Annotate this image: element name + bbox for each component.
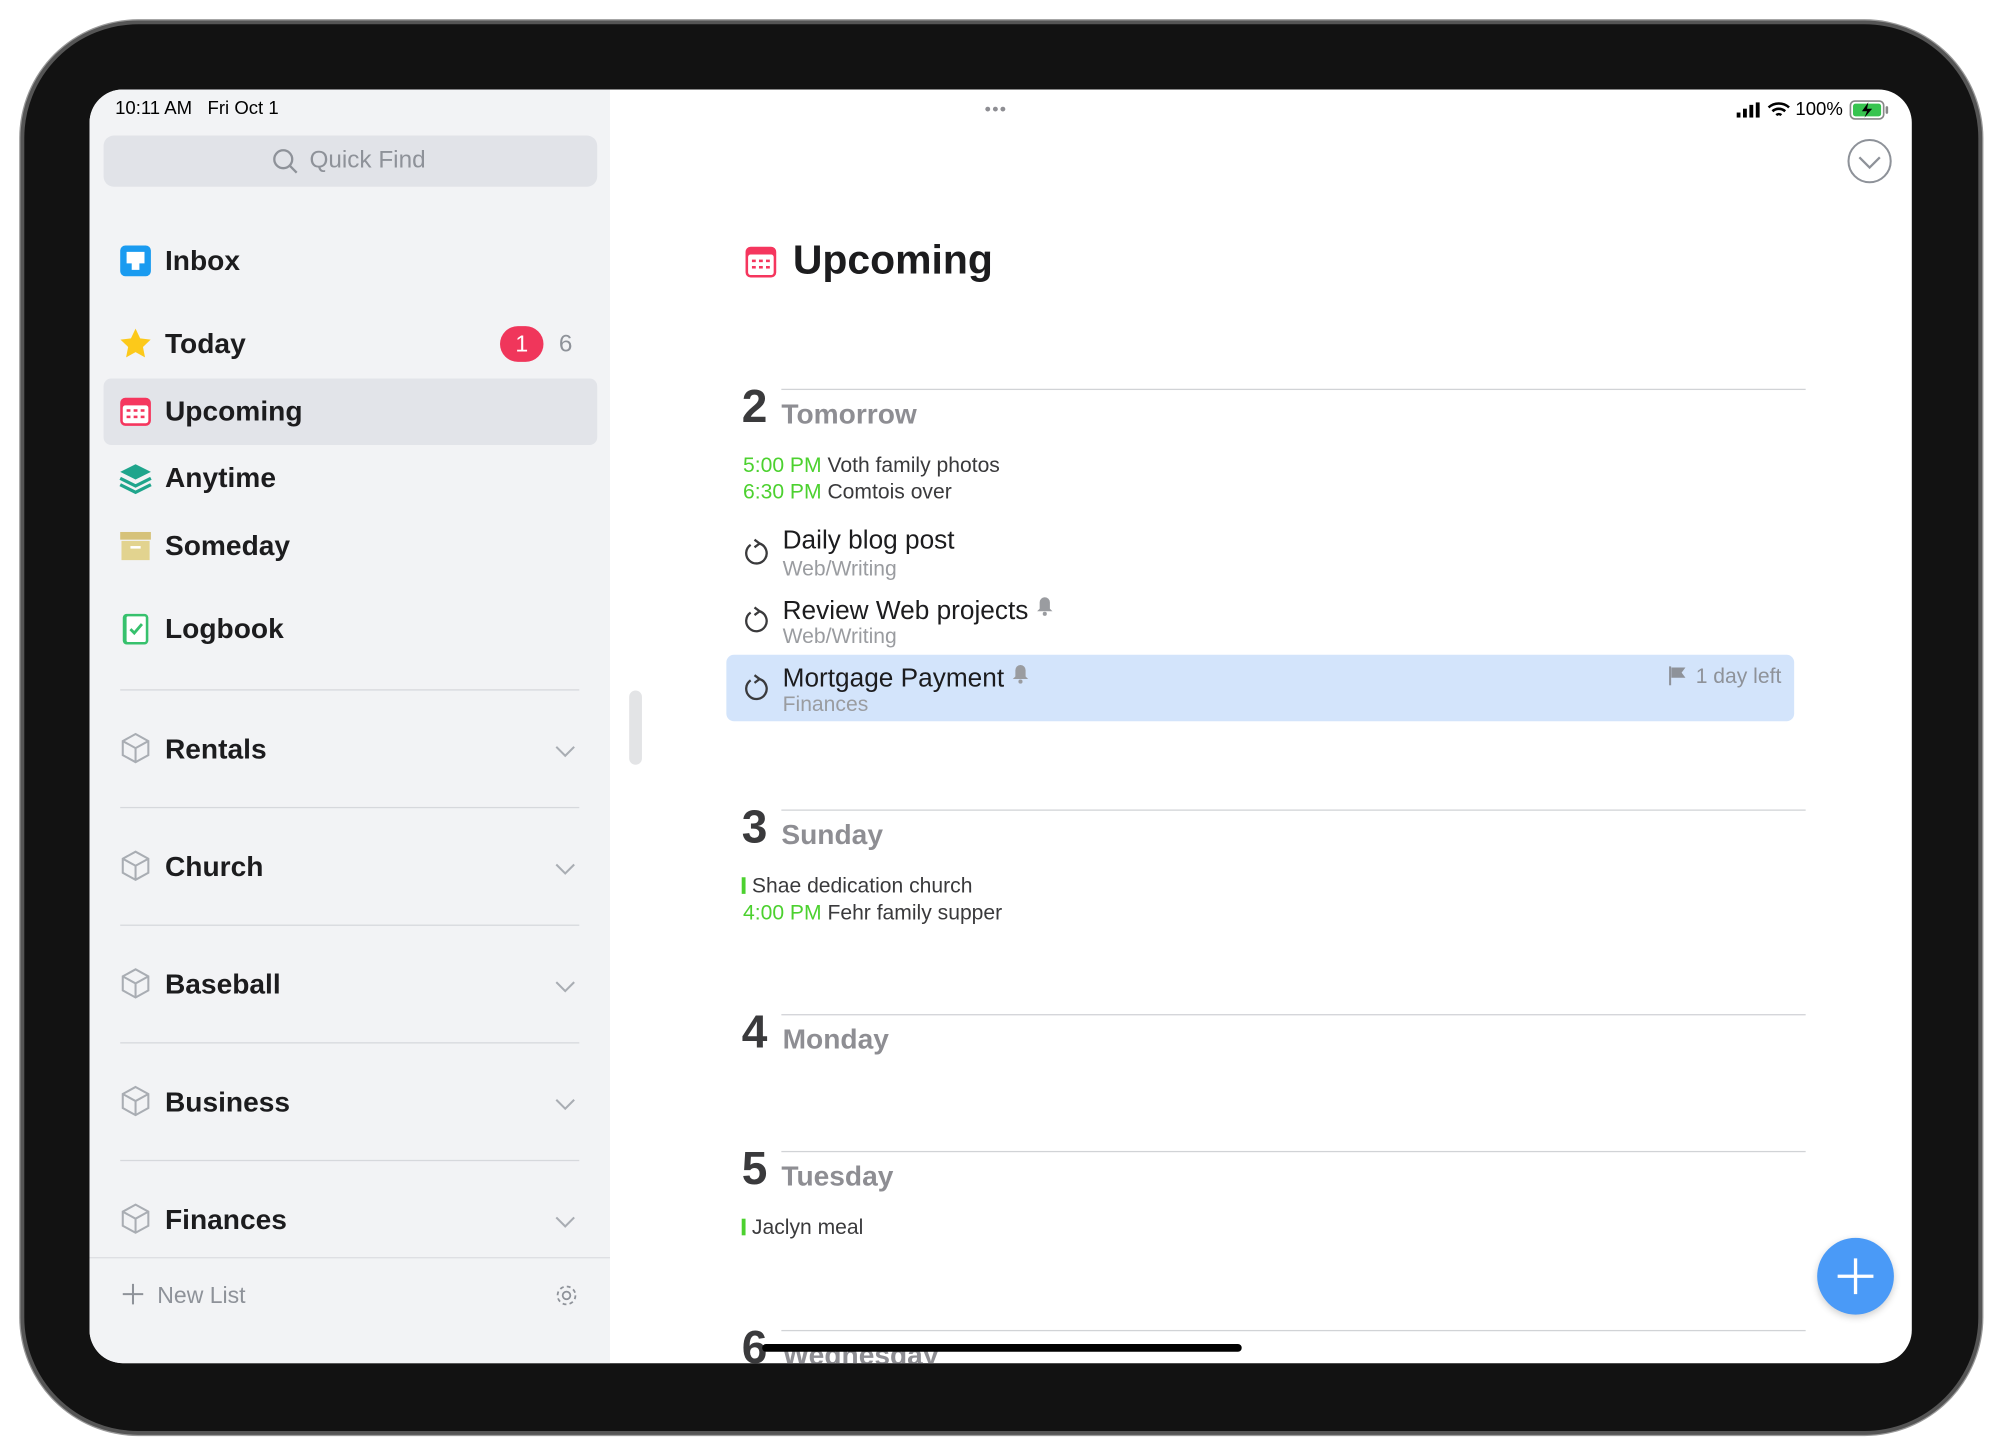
section-divider <box>781 388 1806 391</box>
repeat-icon <box>745 674 768 701</box>
footer-divider <box>89 1257 610 1259</box>
area-label: Baseball <box>164 968 281 1001</box>
task-project: Finances <box>782 693 869 717</box>
deadline-label: 1 day left <box>1695 664 1782 688</box>
sidebar-item-label: Today <box>164 327 246 360</box>
logbook-icon <box>122 613 149 645</box>
chevron-down-icon[interactable] <box>555 858 575 878</box>
divider <box>120 1042 580 1044</box>
inbox-icon <box>120 245 151 277</box>
deadline-flag-icon <box>1669 666 1686 686</box>
section-divider <box>781 1329 1806 1332</box>
sidebar: 10:11 AM Fri Oct 1 Quick Find Inbox Toda… <box>89 89 610 1364</box>
archive-box-icon <box>120 531 151 561</box>
today-count: 6 <box>558 331 573 359</box>
divider <box>120 1159 580 1162</box>
divider <box>120 689 580 691</box>
repeat-icon <box>745 606 768 633</box>
section-day-name: Monday <box>782 1023 889 1056</box>
area-label: Church <box>164 850 264 883</box>
area-label: Rentals <box>164 732 267 765</box>
calendar-event[interactable]: Jaclyn meal <box>741 1217 863 1238</box>
task-title: Daily blog post <box>782 525 955 555</box>
chevron-down-icon[interactable] <box>555 1093 575 1113</box>
multitasking-dots[interactable]: ••• <box>985 100 1008 118</box>
sidebar-item-label: Inbox <box>164 244 240 277</box>
calendar-event[interactable]: Shae dedication church <box>741 876 972 897</box>
add-task-button[interactable] <box>1817 1237 1894 1315</box>
divider <box>120 806 580 809</box>
star-icon <box>120 328 151 358</box>
quick-find-search[interactable]: Quick Find <box>103 135 598 187</box>
search-icon <box>273 149 298 174</box>
divider <box>120 924 580 926</box>
area-label: Business <box>164 1085 291 1118</box>
area-cube-icon <box>121 1203 150 1234</box>
wifi-icon <box>1767 102 1790 117</box>
repeat-icon <box>745 538 768 565</box>
layers-icon <box>119 464 152 495</box>
home-indicator[interactable] <box>762 1344 1242 1352</box>
calendar-event[interactable]: 5:00 PM Voth family photos <box>743 455 1000 476</box>
area-cube-icon <box>121 732 150 764</box>
calendar-event[interactable]: 4:00 PM Fehr family supper <box>743 903 1002 924</box>
status-time: 10:11 AM Fri Oct 1 <box>115 98 279 119</box>
chevron-down-icon[interactable] <box>555 740 575 760</box>
all-day-marker <box>741 877 746 894</box>
section-day-name: Sunday <box>781 818 883 851</box>
plus-icon <box>122 1283 144 1305</box>
area-cube-icon <box>121 1085 150 1117</box>
calendar-event[interactable]: 6:30 PM Comtois over <box>743 482 952 503</box>
sidebar-item-label: Someday <box>164 529 291 562</box>
chevron-down-icon[interactable] <box>555 976 575 996</box>
area-cube-icon <box>121 850 150 881</box>
section-divider <box>781 809 1806 811</box>
sidebar-item-label: Logbook <box>164 612 284 645</box>
calendar-icon <box>120 397 151 426</box>
section-date-number: 4 <box>741 1005 768 1058</box>
sidebar-item-label: Anytime <box>164 461 276 494</box>
new-list-label: New List <box>157 1282 246 1309</box>
section-date-number: 2 <box>741 379 768 433</box>
page-title: Upcoming <box>792 236 993 283</box>
section-date-number: 5 <box>741 1141 768 1195</box>
search-placeholder: Quick Find <box>309 147 426 174</box>
calendar-icon <box>745 246 777 278</box>
battery-percent: 100% <box>1795 99 1843 121</box>
section-divider <box>781 1150 1806 1153</box>
task-title: Mortgage Payment <box>783 664 1030 693</box>
task-project: Web/Writing <box>782 625 897 649</box>
area-label: Finances <box>164 1203 287 1236</box>
sidebar-item-label: Upcoming <box>164 395 303 428</box>
section-date-number: 3 <box>741 800 768 853</box>
bell-icon <box>1037 597 1053 616</box>
chevron-down-icon[interactable] <box>555 1211 575 1231</box>
signal-icon <box>1736 102 1760 118</box>
all-day-marker <box>741 1218 746 1236</box>
plus-icon <box>1837 1258 1874 1295</box>
options-chevron-icon[interactable] <box>1847 138 1893 184</box>
task-title: Review Web projects <box>783 596 1054 625</box>
section-day-name: Tomorrow <box>781 397 917 430</box>
today-badge: 1 <box>500 326 544 362</box>
section-divider <box>781 1014 1806 1016</box>
screen: 10:11 AM Fri Oct 1 Quick Find Inbox Toda… <box>89 89 1912 1364</box>
section-day-name: Tuesday <box>781 1159 894 1192</box>
battery-charging-icon <box>1849 100 1889 120</box>
task-project: Web/Writing <box>782 557 897 581</box>
gear-icon[interactable] <box>554 1283 580 1309</box>
area-cube-icon <box>121 968 150 999</box>
split-view-handle[interactable] <box>629 690 642 765</box>
bell-icon <box>1013 664 1029 684</box>
